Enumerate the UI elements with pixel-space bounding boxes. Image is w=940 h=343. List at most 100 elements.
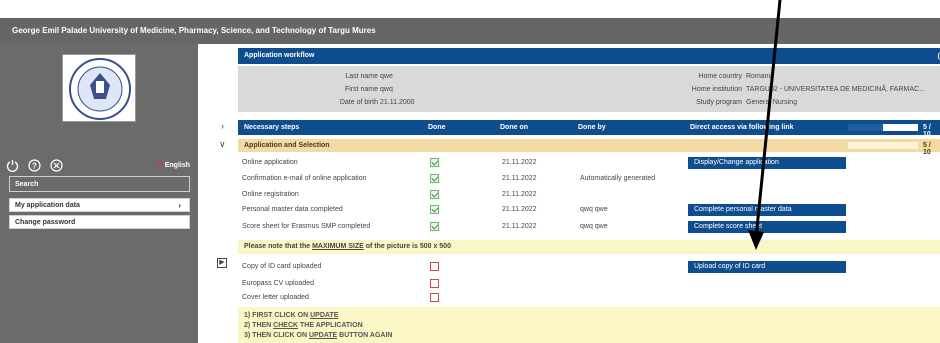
instruction-line-3: 3) THEN CLICK ON UPDATE BUTTON AGAIN — [244, 331, 934, 341]
first-name-value: qwq — [380, 86, 393, 93]
sidebar-search[interactable]: Search — [9, 176, 190, 192]
step-label: Online application — [242, 159, 298, 166]
last-name-label: Last name — [345, 73, 378, 80]
sidebar-item-my-application-data[interactable]: My application data › — [9, 198, 190, 212]
dob-value: 21.11.2000 — [380, 99, 415, 106]
sidebar-item-label: My application data — [15, 202, 80, 209]
step-date: 21.11.2022 — [502, 159, 537, 166]
step-date: 21.11.2022 — [502, 223, 537, 230]
col-necessary-steps: Necessary steps — [244, 124, 300, 131]
step-date: 21.11.2022 — [502, 206, 537, 213]
instruction-text: THE APPLICATION — [298, 322, 363, 329]
step-label: Online registration — [242, 191, 299, 198]
sidebar-toolbar: ? //English — [4, 159, 194, 175]
instruction-line-1: 1) FIRST CLICK ON UPDATE — [244, 311, 934, 321]
table-row: Europass CV uploaded — [238, 278, 940, 290]
main-content: Application workflow ( Last name qwe Fir… — [238, 44, 940, 343]
top-bar: George Emil Palade University of Medicin… — [0, 18, 940, 44]
not-done-box-icon — [430, 262, 439, 271]
instructions-box: 1) FIRST CLICK ON UPDATE 2) THEN CHECK T… — [238, 307, 940, 343]
home-country-label: Home country — [698, 73, 742, 80]
flag-icon: // — [157, 162, 162, 169]
step-label: Confirmation e-mail of online applicatio… — [242, 175, 367, 182]
col-done: Done — [428, 124, 446, 131]
upload-label: Europass CV uploaded — [242, 280, 314, 287]
sidebar-item-label: Change password — [15, 219, 76, 226]
instruction-text: 3) THEN CLICK ON — [244, 332, 309, 339]
display-change-application-button[interactable]: Display/Change application — [688, 157, 846, 169]
instruction-text: BUTTON AGAIN — [337, 332, 393, 339]
upload-label: Cover letter uploaded — [242, 294, 309, 301]
table-row: Score sheet for Erasmus SMP completed 21… — [238, 221, 940, 233]
step-date: 21.11.2022 — [502, 175, 537, 182]
note-text: Please note that the — [244, 243, 313, 250]
play-icon[interactable]: ▶ — [217, 258, 227, 268]
size-note: Please note that the MAXIMUM SIZE of the… — [238, 240, 940, 254]
complete-score-sheet-button[interactable]: Complete score sheet — [688, 221, 846, 233]
step-date: 21.11.2022 — [502, 191, 537, 198]
section-progress-bar — [848, 142, 918, 149]
step-done-by: qwq qwe — [580, 206, 608, 213]
chevron-right-icon[interactable]: › — [221, 121, 224, 131]
home-institution-value: TARGU02 - UNIVERSITATEA DE MEDICINĂ, FAR… — [746, 86, 925, 93]
step-label: Personal master data completed — [242, 206, 343, 213]
table-row: Copy of ID card uploaded Upload copy of … — [238, 261, 940, 273]
not-done-box-icon — [430, 279, 439, 288]
done-check-icon — [430, 205, 439, 214]
dob-label: Date of birth — [339, 99, 378, 106]
section-title: Application and Selection — [244, 142, 330, 149]
col-done-on: Done on — [500, 124, 528, 131]
step-label: Score sheet for Erasmus SMP completed — [242, 223, 371, 230]
personal-info: Last name qwe First name qwq Date of bir… — [238, 66, 940, 112]
upload-label: Copy of ID card uploaded — [242, 263, 322, 270]
help-icon[interactable]: ? — [28, 159, 41, 172]
table-row: Confirmation e-mail of online applicatio… — [238, 173, 940, 185]
chevron-down-icon[interactable]: ∨ — [219, 139, 226, 150]
note-emphasis: MAXIMUM SIZE — [312, 243, 364, 250]
section-progress-text: 5 / 10 — [923, 142, 931, 156]
check-link[interactable]: CHECK — [273, 322, 298, 329]
svg-text:?: ? — [32, 162, 37, 171]
workflow-header: Application workflow ( — [238, 48, 940, 64]
home-country-value: Romania — [746, 73, 775, 80]
instruction-text: 1) FIRST CLICK ON — [244, 312, 311, 319]
logout-icon[interactable] — [6, 159, 19, 172]
done-check-icon — [430, 174, 439, 183]
instruction-line-2: 2) THEN CHECK THE APPLICATION — [244, 321, 934, 331]
instruction-text: 2) THEN — [244, 322, 274, 329]
update-link[interactable]: UPDATE — [310, 312, 338, 319]
upload-id-card-button[interactable]: Upload copy of ID card — [688, 261, 846, 273]
first-name-label: First name — [344, 86, 378, 93]
col-direct-access: Direct access via following link — [690, 124, 794, 131]
progress-bar — [848, 124, 918, 131]
step-done-by: qwq qwe — [580, 223, 608, 230]
not-done-box-icon — [430, 293, 439, 302]
table-row: Online registration 21.11.2022 — [238, 189, 940, 201]
section-application-selection[interactable]: Application and Selection 5 / 10 — [238, 139, 940, 156]
study-program-value: General Nursing — [746, 99, 797, 106]
step-done-by: Automatically generated — [580, 175, 656, 182]
done-check-icon — [430, 158, 439, 167]
done-check-icon — [430, 190, 439, 199]
chevron-right-icon: › — [178, 201, 181, 210]
sidebar: ? //English Search My application data ›… — [0, 44, 198, 343]
steps-header: Necessary steps Done Done on Done by Dir… — [238, 120, 940, 138]
language-switch[interactable]: //English — [158, 162, 190, 169]
progress-text: 5 / 10 — [923, 124, 931, 138]
complete-personal-master-data-button[interactable]: Complete personal master data — [688, 204, 846, 216]
home-institution-label: Home institution — [691, 86, 742, 93]
update-link[interactable]: UPDATE — [309, 332, 337, 339]
table-row: Personal master data completed 21.11.202… — [238, 204, 940, 216]
university-logo — [62, 54, 136, 122]
table-row: Cover letter uploaded — [238, 292, 940, 304]
language-label: English — [164, 162, 190, 169]
done-check-icon — [430, 222, 439, 231]
last-name-value: qwe — [380, 73, 393, 80]
sidebar-item-change-password[interactable]: Change password — [9, 215, 190, 229]
close-icon[interactable] — [50, 159, 63, 172]
workflow-title: Application workflow — [244, 52, 315, 59]
progress-fill — [848, 124, 883, 131]
col-done-by: Done by — [578, 124, 606, 131]
table-row: Online application 21.11.2022 Display/Ch… — [238, 157, 940, 169]
university-title: George Emil Palade University of Medicin… — [12, 26, 376, 35]
